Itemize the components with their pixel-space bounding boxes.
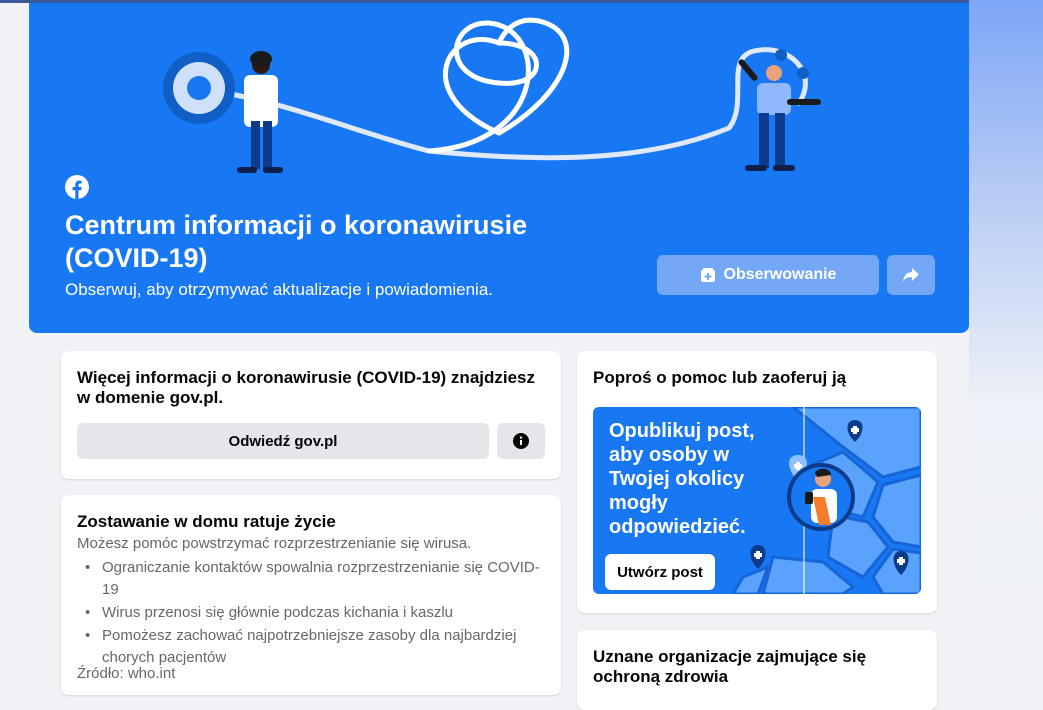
info-button[interactable]	[497, 423, 545, 459]
share-arrow-icon	[903, 268, 919, 282]
source-text: Źródło: who.int	[77, 665, 176, 682]
create-post-button[interactable]: Utwórz post	[605, 554, 715, 590]
health-orgs-card: Uznane organizacje zajmujące się ochroną…	[577, 630, 937, 710]
page-subtitle: Obserwuj, aby otrzymywać aktualizacje i …	[65, 280, 494, 299]
following-box-icon	[700, 268, 715, 282]
stay-home-bullets: Ograniczanie kontaktów spowalnia rozprze…	[77, 557, 547, 670]
stay-home-card: Zostawanie w domu ratuje życie Możesz po…	[61, 495, 561, 695]
following-button[interactable]: Obserwowanie	[657, 255, 879, 295]
stay-home-title: Zostawanie w domu ratuje życie	[77, 512, 336, 531]
page-title: Centrum informacji o koronawirusie (COVI…	[65, 210, 528, 273]
list-item: Pomożesz zachować najpotrzebniejsze zaso…	[77, 625, 547, 669]
stay-home-subtitle: Możesz pomóc powstrzymać rozprzestrzenia…	[77, 535, 472, 552]
background-gradient	[969, 0, 1043, 677]
help-card-title: Poproś o pomoc lub zaoferuj ją	[593, 368, 847, 387]
share-button[interactable]	[887, 255, 935, 295]
promo-text: Opublikuj post, aby osoby w Twojej okoli…	[609, 420, 755, 538]
gov-info-title: Więcej informacji o koronawirusie (COVID…	[77, 368, 536, 407]
help-card: Poproś o pomoc lub zaoferuj ją Opublikuj…	[577, 351, 937, 613]
gov-info-card: Więcej informacji o koronawirusie (COVID…	[61, 351, 561, 479]
health-orgs-title: Uznane organizacje zajmujące się ochroną…	[593, 647, 867, 686]
info-icon	[513, 433, 529, 449]
list-item: Wirus przenosi się głównie podczas kicha…	[77, 602, 547, 624]
list-item: Ograniczanie kontaktów spowalnia rozprze…	[77, 557, 547, 601]
facebook-logo-icon	[65, 175, 89, 199]
community-help-promo: Opublikuj post, aby osoby w Twojej okoli…	[593, 407, 921, 594]
hero-banner: Centrum informacji o koronawirusie (COVI…	[29, 3, 969, 333]
following-button-label: Obserwowanie	[723, 266, 837, 283]
doctors-heart-illustration	[163, 17, 821, 173]
visit-gov-button[interactable]: Odwiedź gov.pl	[77, 423, 489, 459]
